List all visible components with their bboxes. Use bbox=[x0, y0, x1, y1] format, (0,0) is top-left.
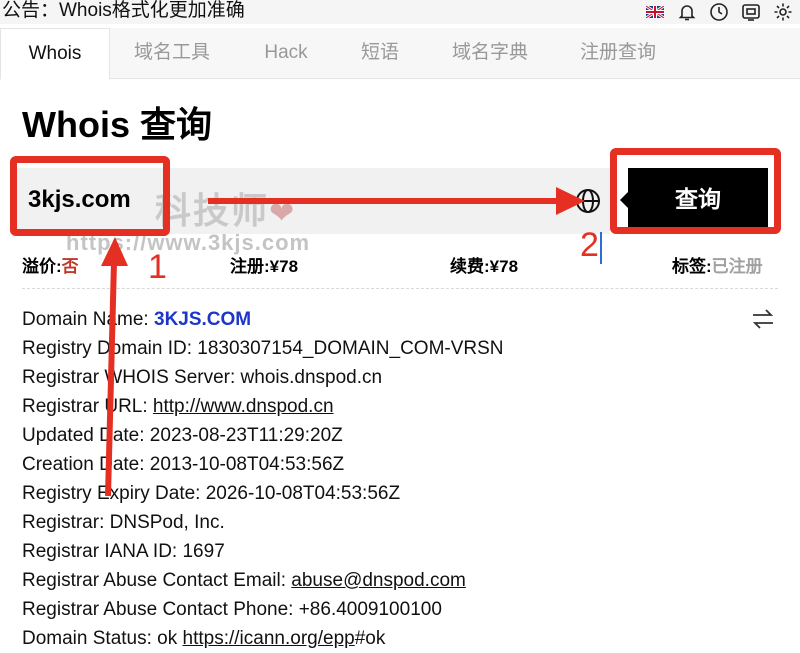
registrar-url-link[interactable]: http://www.dnspod.cn bbox=[153, 396, 334, 417]
status-link[interactable]: https://icann.org/epp bbox=[183, 628, 355, 649]
whois-line-url: Registrar URL: http://www.dnspod.cn bbox=[22, 396, 334, 417]
gear-icon[interactable] bbox=[772, 1, 794, 23]
tab-hack[interactable]: Hack bbox=[234, 28, 338, 78]
screenshot-icon[interactable] bbox=[740, 1, 762, 23]
whois-line: Registrar: DNSPod, Inc. bbox=[22, 512, 225, 533]
renew-price: 续费:¥78 bbox=[450, 257, 519, 276]
whois-line: Registrar WHOIS Server: whois.dnspod.cn bbox=[22, 367, 383, 388]
annotation-marker-2: 2 bbox=[580, 226, 599, 264]
tab-whois[interactable]: Whois bbox=[0, 28, 110, 80]
tab-registration-lookup[interactable]: 注册查询 bbox=[560, 28, 676, 78]
toolbar-icons bbox=[644, 1, 794, 23]
swap-icon[interactable] bbox=[750, 306, 776, 332]
status-tag: 标签:已注册 bbox=[672, 257, 763, 276]
whois-line: Updated Date: 2023-08-23T11:29:20Z bbox=[22, 425, 343, 446]
annotation-marker-1: 1 bbox=[148, 248, 167, 286]
watermark-text: 科技师❤ bbox=[155, 190, 297, 231]
whois-line-domain: Domain Name: 3KJS.COM bbox=[22, 309, 252, 330]
announcement-text: 公告：Whois格式化更加准确 bbox=[2, 0, 245, 21]
whois-line-email: Registrar Abuse Contact Email: abuse@dns… bbox=[22, 570, 466, 591]
clock-icon[interactable] bbox=[708, 1, 730, 23]
text-cursor bbox=[600, 232, 602, 264]
globe-icon[interactable] bbox=[574, 187, 602, 215]
tab-domain-dictionary[interactable]: 域名字典 bbox=[432, 28, 548, 78]
annotation-box-input bbox=[10, 156, 170, 236]
announcement-bar: 公告：Whois格式化更加准确 bbox=[0, 0, 800, 24]
annotation-box-button bbox=[610, 148, 781, 234]
tab-phrases[interactable]: 短语 bbox=[338, 28, 422, 78]
whois-line: Registry Domain ID: 1830307154_DOMAIN_CO… bbox=[22, 338, 504, 359]
bell-icon[interactable] bbox=[676, 1, 698, 23]
whois-line: Creation Date: 2013-10-08T04:53:56Z bbox=[22, 454, 345, 475]
whois-line-status: Domain Status: ok https://icann.org/epp#… bbox=[22, 628, 386, 649]
divider bbox=[22, 288, 778, 289]
premium-info: 溢价:否 bbox=[22, 257, 79, 276]
whois-line: Registrar Abuse Contact Phone: +86.40091… bbox=[22, 599, 442, 620]
whois-line: Registrar IANA ID: 1697 bbox=[22, 541, 225, 562]
page-title: Whois 查询 bbox=[22, 104, 212, 145]
tab-bar: Whois 域名工具 Hack 短语 域名字典 注册查询 bbox=[0, 28, 800, 80]
tab-domain-tools[interactable]: 域名工具 bbox=[110, 28, 234, 78]
abuse-email-link[interactable]: abuse@dnspod.com bbox=[291, 570, 466, 591]
register-price: 注册:¥78 bbox=[230, 257, 299, 276]
whois-line: Registry Expiry Date: 2026-10-08T04:53:5… bbox=[22, 483, 401, 504]
whois-record: Domain Name: 3KJS.COM Registry Domain ID… bbox=[22, 305, 504, 653]
uk-flag-icon[interactable] bbox=[644, 1, 666, 23]
domain-name-link[interactable]: 3KJS.COM bbox=[154, 309, 251, 330]
